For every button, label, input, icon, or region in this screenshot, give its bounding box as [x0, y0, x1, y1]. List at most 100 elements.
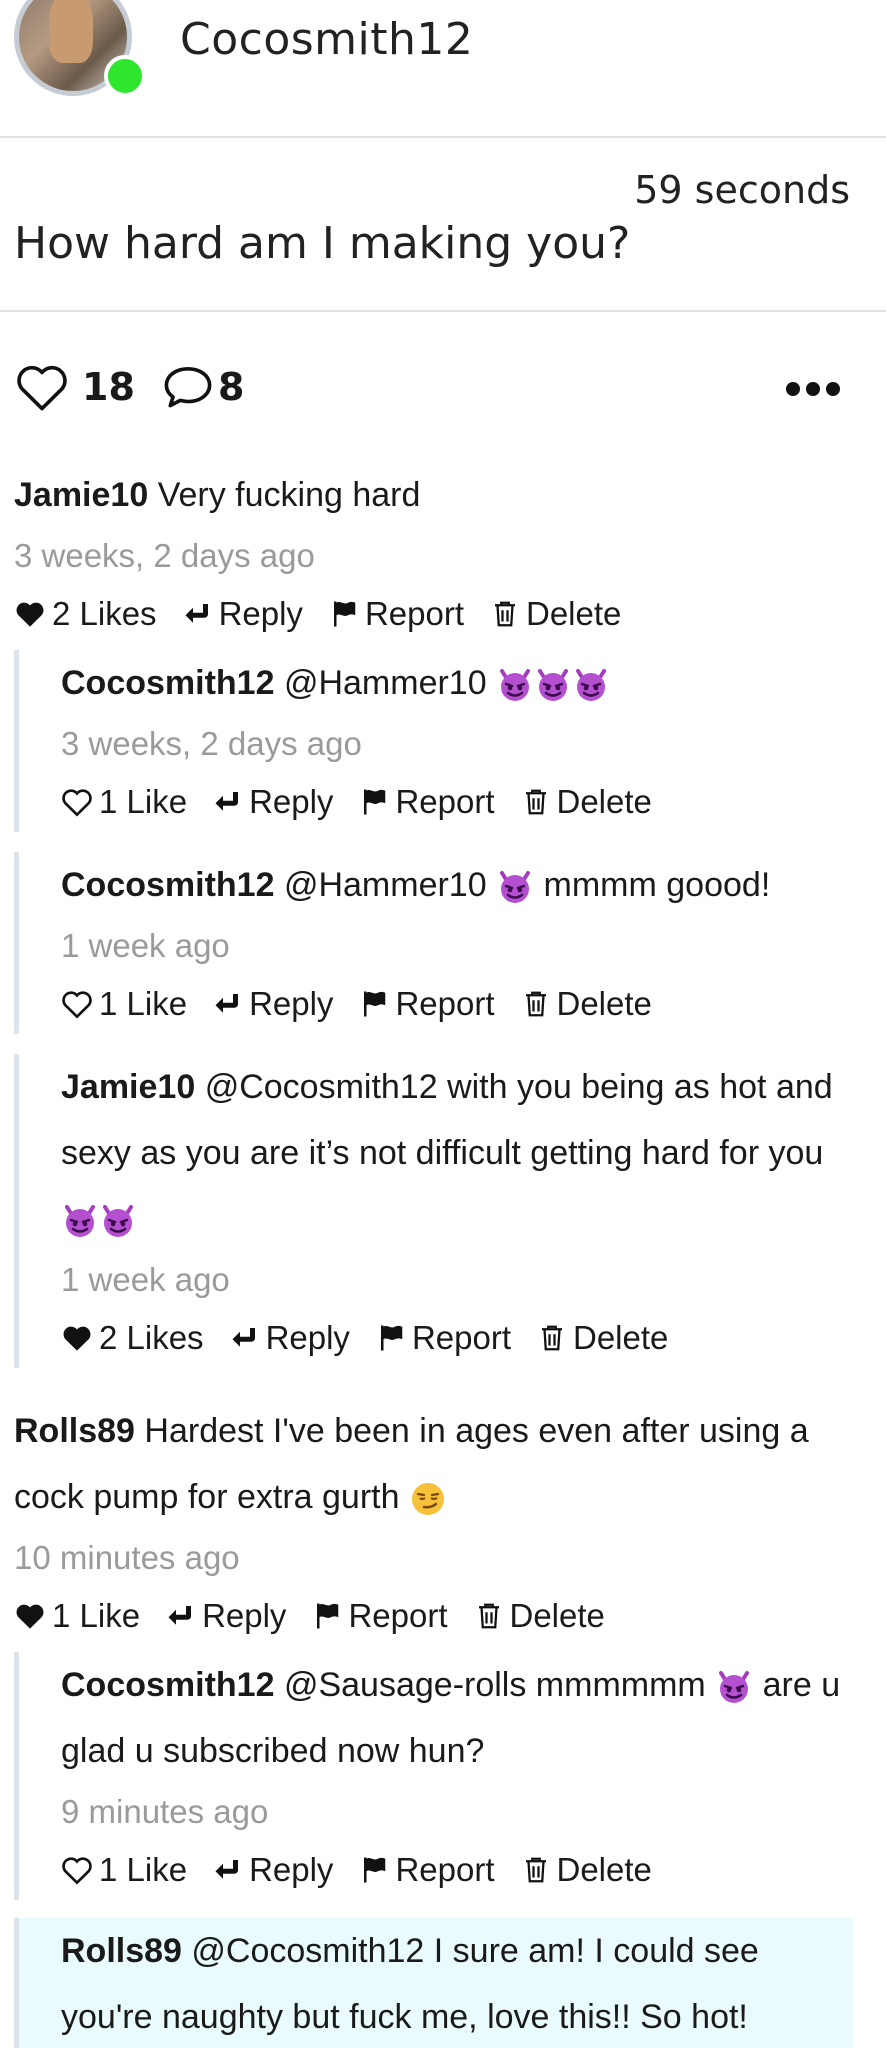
devil-emoji [716, 1669, 752, 1705]
trash-icon [474, 1601, 504, 1631]
report-button[interactable]: Report [359, 985, 495, 1023]
delete-button[interactable]: Delete [521, 783, 652, 821]
comment-text: @Sausage-rolls mmmmmm [283, 1666, 706, 1704]
online-status-icon [104, 55, 146, 97]
comment-bubble-icon [164, 367, 212, 408]
like-button[interactable]: 18 [14, 362, 135, 412]
report-button[interactable]: Report [359, 1851, 495, 1889]
heart-filled-icon [14, 599, 46, 629]
comment: Jamie10 Very fucking hard 3 weeks, 2 day… [14, 462, 874, 644]
reply-comment: Cocosmith12 @Sausage-rolls mmmmmm are u … [14, 1652, 861, 1900]
report-button[interactable]: Report [359, 783, 495, 821]
trash-icon [521, 787, 551, 817]
comment-text: @Hammer10 [283, 664, 487, 702]
devil-emoji [62, 1203, 98, 1239]
reply-button[interactable]: Reply [213, 1851, 333, 1889]
delete-button[interactable]: Delete [521, 1851, 652, 1889]
report-button[interactable]: Report [312, 1597, 448, 1635]
post-text: How hard am I making you? [14, 218, 631, 269]
comment-actions: 1 Like Reply Report Delete [61, 772, 841, 832]
comment-actions: 2 Likes Reply Report Delete [14, 584, 874, 644]
reply-button[interactable]: Reply [213, 985, 333, 1023]
like-button[interactable]: 2 Likes [61, 1319, 204, 1357]
like-button[interactable]: 1 Like [14, 1597, 140, 1635]
like-button[interactable]: 2 Likes [14, 595, 157, 633]
delete-button[interactable]: Delete [537, 1319, 668, 1357]
reply-comment: Jamie10 @Cocosmith12 with you being as h… [14, 1054, 861, 1368]
comment-actions: 2 Likes Reply Report Delete [61, 1308, 861, 1368]
comment-author[interactable]: Jamie10 [61, 1068, 195, 1106]
reply-icon [183, 599, 213, 629]
comment: Rolls89 Hardest I've been in ages even a… [14, 1398, 834, 1646]
comment-author[interactable]: Cocosmith12 [61, 664, 275, 702]
flag-icon [376, 1323, 406, 1353]
devil-emoji [573, 667, 609, 703]
delete-button[interactable]: Delete [490, 595, 621, 633]
comment-actions: 1 Like Reply Report Delete [61, 1840, 861, 1900]
trash-icon [537, 1323, 567, 1353]
like-button[interactable]: 1 Like [61, 783, 187, 821]
comment-actions: 1 Like Reply Report Delete [61, 974, 841, 1034]
trash-icon [490, 599, 520, 629]
like-button[interactable]: 1 Like [61, 985, 187, 1023]
likes-count: 18 [82, 365, 135, 409]
flag-icon [359, 1855, 389, 1885]
comment-text-continued: mmmm goood! [543, 866, 771, 904]
comment-author[interactable]: Jamie10 [14, 476, 148, 514]
reply-icon [230, 1323, 260, 1353]
reply-icon [213, 787, 243, 817]
comment-time: 1 week ago [61, 927, 230, 964]
comment-text: Very fucking hard [157, 476, 421, 514]
reply-icon [213, 1855, 243, 1885]
reply-comment: Cocosmith12 @Hammer10 3 weeks, 2 days ag… [14, 650, 841, 832]
reply-button[interactable]: Reply [213, 783, 333, 821]
post-actions: 18 8 [0, 340, 886, 440]
heart-outline-icon [17, 365, 67, 411]
comments-count: 8 [218, 365, 245, 409]
like-button[interactable]: 1 Like [61, 1851, 187, 1889]
devil-emoji [535, 667, 571, 703]
smirk-emoji [410, 1481, 446, 1517]
post-time: 59 seconds [634, 168, 850, 212]
devil-emoji [497, 667, 533, 703]
comment-author[interactable]: Rolls89 [61, 1932, 182, 1970]
comment-time: 3 weeks, 2 days ago [61, 725, 362, 762]
reply-comment: Cocosmith12 @Hammer10 mmmm goood! 1 week… [14, 852, 841, 1034]
report-button[interactable]: Report [329, 595, 464, 633]
comment-author[interactable]: Cocosmith12 [61, 1666, 275, 1704]
delete-button[interactable]: Delete [521, 985, 652, 1023]
delete-button[interactable]: Delete [474, 1597, 605, 1635]
reply-icon [213, 989, 243, 1019]
reply-button[interactable]: Reply [166, 1597, 286, 1635]
heart-outline-icon [61, 1855, 93, 1885]
profile-username[interactable]: Cocosmith12 [180, 14, 473, 65]
heart-filled-icon [61, 1323, 93, 1353]
flag-icon [329, 599, 359, 629]
trash-icon [521, 1855, 551, 1885]
comment-text: @Hammer10 [283, 866, 487, 904]
report-button[interactable]: Report [376, 1319, 511, 1357]
heart-outline-icon [61, 989, 93, 1019]
reply-button[interactable]: Reply [230, 1319, 350, 1357]
comments-button[interactable]: 8 [160, 362, 244, 412]
more-options-icon[interactable] [786, 382, 840, 396]
highlighted-reply-comment: Rolls89 @Cocosmith12 I sure am! I could … [14, 1918, 853, 2048]
flag-icon [312, 1601, 342, 1631]
comment-time: 1 week ago [61, 1261, 230, 1298]
devil-emoji [100, 1203, 136, 1239]
profile-header: Cocosmith12 [0, 0, 886, 138]
comment-actions: 1 Like Reply Report Delete [14, 1586, 834, 1646]
heart-filled-icon [14, 1601, 46, 1631]
devil-emoji [497, 869, 533, 905]
reply-icon [166, 1601, 196, 1631]
flag-icon [359, 787, 389, 817]
trash-icon [521, 989, 551, 1019]
flag-icon [359, 989, 389, 1019]
reply-button[interactable]: Reply [183, 595, 303, 633]
comment-author[interactable]: Cocosmith12 [61, 866, 275, 904]
comment-time: 9 minutes ago [61, 1793, 269, 1830]
post: 59 seconds How hard am I making you? [0, 136, 886, 312]
comment-time: 3 weeks, 2 days ago [14, 537, 315, 574]
comment-author[interactable]: Rolls89 [14, 1412, 135, 1450]
comment-time: 10 minutes ago [14, 1539, 240, 1576]
